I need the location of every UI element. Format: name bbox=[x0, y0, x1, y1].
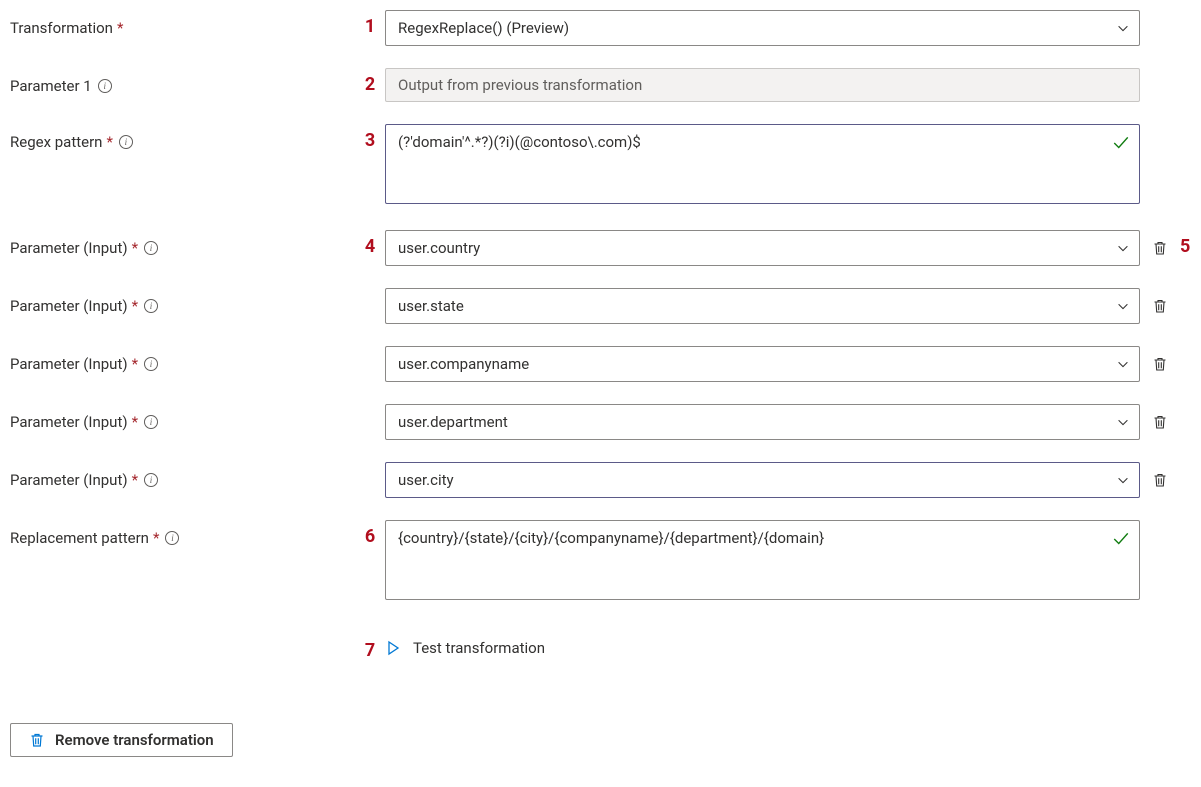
param-input-value: user.state bbox=[398, 297, 464, 315]
label-param-input: Parameter (Input) * i bbox=[10, 462, 355, 494]
required-asterisk: * bbox=[106, 133, 112, 151]
trash-icon bbox=[29, 732, 45, 748]
label-parameter1-text: Parameter 1 bbox=[10, 77, 92, 95]
transformation-select-value: RegexReplace() (Preview) bbox=[398, 19, 569, 37]
row-regex-pattern: Regex pattern * i 3 bbox=[10, 124, 1191, 208]
row-test-transformation: 7 Test transformation bbox=[10, 634, 1191, 661]
replacement-pattern-input[interactable] bbox=[385, 520, 1140, 600]
checkmark-icon bbox=[1112, 530, 1130, 552]
parameter1-field-wrap: Output from previous transformation bbox=[385, 68, 1140, 102]
required-asterisk: * bbox=[117, 19, 123, 37]
step-number-1: 1 bbox=[355, 10, 385, 37]
label-regex-pattern: Regex pattern * i bbox=[10, 124, 355, 156]
label-param-input: Parameter (Input) * i bbox=[10, 230, 355, 262]
test-transformation-label: Test transformation bbox=[413, 639, 545, 657]
label-param-input: Parameter (Input) * i bbox=[10, 346, 355, 378]
info-icon[interactable]: i bbox=[144, 415, 158, 429]
param-input-0-wrap: user.country bbox=[385, 230, 1140, 266]
param-input-1-wrap: user.state bbox=[385, 288, 1140, 324]
replacement-pattern-field-wrap bbox=[385, 520, 1140, 604]
required-asterisk: * bbox=[153, 529, 159, 547]
transformation-field-wrap: RegexReplace() (Preview) bbox=[385, 10, 1140, 46]
label-param-input: Parameter (Input) * i bbox=[10, 404, 355, 436]
required-asterisk: * bbox=[132, 239, 138, 257]
remove-transformation-label: Remove transformation bbox=[55, 731, 214, 749]
info-icon[interactable]: i bbox=[144, 357, 158, 371]
row-param-input-4: Parameter (Input) * i user.city bbox=[10, 462, 1191, 498]
step-number-4: 4 bbox=[355, 230, 385, 257]
row-param-input-3: Parameter (Input) * i user.department bbox=[10, 404, 1191, 440]
delete-param-button[interactable] bbox=[1144, 464, 1176, 496]
delete-param-button[interactable] bbox=[1144, 232, 1176, 264]
required-asterisk: * bbox=[132, 413, 138, 431]
checkmark-icon bbox=[1112, 134, 1130, 156]
delete-param-button[interactable] bbox=[1144, 348, 1176, 380]
parameter1-disabled-input: Output from previous transformation bbox=[385, 68, 1140, 102]
label-param-input-text: Parameter (Input) bbox=[10, 239, 128, 257]
step-number-2: 2 bbox=[355, 68, 385, 95]
step-number-3: 3 bbox=[355, 124, 385, 151]
label-parameter1: Parameter 1 i bbox=[10, 68, 355, 100]
label-replacement-pattern-text: Replacement pattern bbox=[10, 529, 149, 547]
param-input-value: user.country bbox=[398, 239, 480, 257]
row-param-input-0: Parameter (Input) * i 4 user.country 5 bbox=[10, 230, 1191, 266]
label-regex-pattern-text: Regex pattern bbox=[10, 133, 102, 151]
parameter1-placeholder: Output from previous transformation bbox=[398, 76, 642, 94]
row-replacement-pattern: Replacement pattern * i 6 bbox=[10, 520, 1191, 604]
info-icon[interactable]: i bbox=[144, 299, 158, 313]
param-input-select[interactable]: user.department bbox=[385, 404, 1140, 440]
remove-transformation-row: Remove transformation bbox=[10, 683, 1191, 757]
row-param-input-1: Parameter (Input) * i user.state bbox=[10, 288, 1191, 324]
param-input-select[interactable]: user.country bbox=[385, 230, 1140, 266]
param-input-value: user.department bbox=[398, 413, 508, 431]
label-param-input: Parameter (Input) * i bbox=[10, 288, 355, 320]
label-transformation: Transformation * bbox=[10, 10, 355, 42]
delete-param-button[interactable] bbox=[1144, 406, 1176, 438]
param-input-select[interactable]: user.city bbox=[385, 462, 1140, 498]
remove-transformation-button[interactable]: Remove transformation bbox=[10, 723, 233, 757]
info-icon[interactable]: i bbox=[165, 531, 179, 545]
label-transformation-text: Transformation bbox=[10, 19, 113, 37]
param-input-value: user.companyname bbox=[398, 355, 529, 373]
label-param-input-text: Parameter (Input) bbox=[10, 413, 128, 431]
label-param-input-text: Parameter (Input) bbox=[10, 355, 128, 373]
param-input-4-wrap: user.city bbox=[385, 462, 1140, 498]
step-number-7: 7 bbox=[355, 634, 385, 661]
step-number-6: 6 bbox=[355, 520, 385, 547]
param-input-select[interactable]: user.state bbox=[385, 288, 1140, 324]
play-icon bbox=[385, 640, 401, 656]
required-asterisk: * bbox=[132, 471, 138, 489]
param-input-2-wrap: user.companyname bbox=[385, 346, 1140, 382]
label-param-input-text: Parameter (Input) bbox=[10, 471, 128, 489]
test-transformation-button[interactable]: Test transformation bbox=[385, 639, 1191, 657]
transformation-form: Transformation * 1 RegexReplace() (Previ… bbox=[10, 10, 1191, 757]
param-input-3-wrap: user.department bbox=[385, 404, 1140, 440]
delete-param-button[interactable] bbox=[1144, 290, 1176, 322]
info-icon[interactable]: i bbox=[144, 473, 158, 487]
row-transformation: Transformation * 1 RegexReplace() (Previ… bbox=[10, 10, 1191, 46]
row-param-input-2: Parameter (Input) * i user.companyname bbox=[10, 346, 1191, 382]
step-number-5: 5 bbox=[1180, 230, 1200, 257]
required-asterisk: * bbox=[132, 297, 138, 315]
param-input-select[interactable]: user.companyname bbox=[385, 346, 1140, 382]
param-input-value: user.city bbox=[398, 471, 454, 489]
required-asterisk: * bbox=[132, 355, 138, 373]
info-icon[interactable]: i bbox=[98, 79, 112, 93]
row-parameter1: Parameter 1 i 2 Output from previous tra… bbox=[10, 68, 1191, 102]
label-param-input-text: Parameter (Input) bbox=[10, 297, 128, 315]
info-icon[interactable]: i bbox=[144, 241, 158, 255]
info-icon[interactable]: i bbox=[119, 135, 133, 149]
label-replacement-pattern: Replacement pattern * i bbox=[10, 520, 355, 552]
transformation-select[interactable]: RegexReplace() (Preview) bbox=[385, 10, 1140, 46]
regex-pattern-field-wrap bbox=[385, 124, 1140, 208]
regex-pattern-input[interactable] bbox=[385, 124, 1140, 204]
